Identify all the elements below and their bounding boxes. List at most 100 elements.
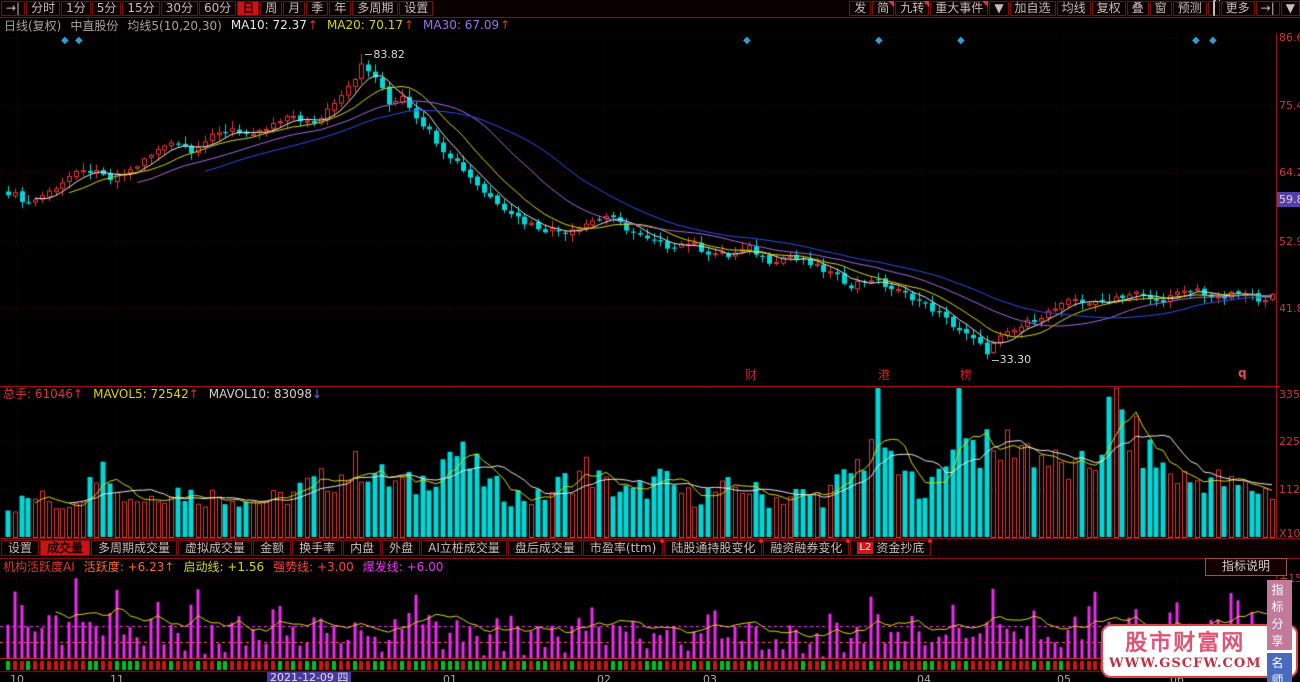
tool-button-10[interactable]: 预测: [1172, 1, 1207, 16]
tool-button-5[interactable]: 加自选: [1009, 1, 1056, 16]
ind-stat-item-2: 启动线: +1.56: [183, 560, 265, 574]
period-skip-start-icon[interactable]: →|: [1, 1, 26, 16]
period-label-4: 15分: [127, 1, 155, 15]
vol-stat-item-0: 总手: 61046↑: [3, 387, 84, 401]
event-diamond-icon-3[interactable]: ◆: [875, 35, 883, 46]
watermark-text-block: 股市财富网 WWW.GSCFW.COM: [1109, 630, 1262, 671]
low-price-label: 33.30: [992, 353, 1032, 366]
tab-label: 换手率: [299, 541, 336, 555]
info-item-5: MA30: 67.09↑: [423, 18, 511, 32]
ind-stat-item-0: 机构活跃度AI: [3, 560, 75, 574]
tab-9[interactable]: 盘后成交量: [507, 540, 582, 556]
event-diamond-icon-0[interactable]: ◆: [61, 35, 69, 46]
candlestick-chart-canvas[interactable]: [0, 33, 1277, 386]
tool-button-0[interactable]: 发: [849, 1, 872, 16]
date-axis-label-7: 05: [1057, 673, 1071, 682]
volume-pane[interactable]: [0, 387, 1277, 538]
tab-label: 资金抄底: [876, 541, 925, 555]
period-button-11[interactable]: 年: [329, 1, 352, 16]
tab-5[interactable]: 换手率: [292, 540, 343, 556]
period-button-10[interactable]: 季: [306, 1, 329, 16]
price-highlight-badge: 59.8: [1277, 192, 1300, 208]
period-label-6: 60分: [203, 1, 232, 15]
info-item-3: MA10: 72.37↑: [230, 18, 318, 32]
tab-11[interactable]: 陆股通持股变化: [664, 539, 764, 556]
tool-button-9[interactable]: 窗: [1149, 1, 1172, 16]
price-axis-label-0: 86.6: [1279, 31, 1300, 44]
tab-8[interactable]: AI立桩成交量: [421, 540, 507, 556]
tool-button-12[interactable]: 更多: [1220, 1, 1255, 16]
indicator-pane[interactable]: [0, 577, 1277, 673]
period-toolbar: →| 分时 1分 5分 15分 30分 60分日周月季年多周期 设置: [0, 0, 434, 17]
price-axis-label-1: 75.4: [1279, 98, 1300, 112]
tab-13[interactable]: L2 资金抄底: [850, 539, 933, 556]
volume-chart-canvas[interactable]: [0, 387, 1277, 538]
indicator-help-button[interactable]: 指标说明: [1205, 558, 1287, 576]
main-chart-pane[interactable]: ◆ ◆ ◆ ◆ ◆ ◆ ◆ 83.82 33.30 财 港 榜 q: [0, 33, 1277, 386]
tool-label-14: ▼: [1285, 1, 1295, 15]
tab-6[interactable]: 内盘: [343, 540, 382, 556]
tab-10[interactable]: 市盈率(ttm): [582, 539, 665, 556]
period-button-2[interactable]: 1分: [61, 1, 91, 16]
tab-label: 金额: [260, 541, 285, 555]
up-arrow-icon: ↑: [403, 18, 415, 32]
tool-button-3[interactable]: 重大事件: [930, 1, 989, 16]
event-diamond-icon-5[interactable]: ◆: [1192, 35, 1200, 46]
period-button-13[interactable]: 设置: [399, 1, 434, 16]
tool-label-2: 九转: [900, 1, 925, 15]
l2-badge: L2: [857, 542, 874, 554]
event-diamond-icon-2[interactable]: ◆: [743, 35, 751, 46]
period-button-4[interactable]: 15分: [122, 1, 160, 16]
event-diamond-icon-4[interactable]: ◆: [957, 35, 965, 46]
tool-lock-icon[interactable]: [1207, 0, 1220, 16]
tool-button-7[interactable]: 复权: [1091, 1, 1126, 16]
tab-7[interactable]: 外盘: [382, 540, 421, 556]
tool-button-8[interactable]: 叠: [1126, 1, 1149, 16]
period-button-7[interactable]: 日: [237, 1, 260, 16]
tool-button-6[interactable]: 均线: [1056, 1, 1091, 16]
tab-label: 陆股通持股变化: [671, 541, 756, 555]
tab-label: 多周期成交量: [98, 541, 171, 555]
stock-trading-app-window: →| 分时 1分 5分 15分 30分 60分日周月季年多周期 设置 发简九转 重大事件 ▼ 加自选…: [0, 0, 1300, 682]
up-arrow-icon: ↑: [500, 18, 511, 32]
tool-button-1[interactable]: 简: [872, 1, 895, 16]
down-arrow-icon: ↓: [312, 386, 323, 401]
info-item-2: 均线5(10,20,30): [127, 18, 222, 33]
period-label-9: 月: [288, 1, 301, 15]
tool-button-4[interactable]: ▼: [989, 1, 1009, 16]
volume-header: 总手: 61046↑ MAVOL5: 72542↑ MAVOL10: 83098↓: [0, 386, 1280, 401]
period-button-3[interactable]: 5分: [91, 1, 122, 16]
indicator-chart-canvas[interactable]: [0, 577, 1277, 673]
tool-skip-end-icon[interactable]: →|: [1255, 1, 1280, 16]
period-button-9[interactable]: 月: [283, 1, 306, 16]
tab-12[interactable]: 融资融券变化: [763, 539, 851, 556]
date-axis-label-4: 02: [597, 673, 611, 682]
date-axis-label-0: 10: [10, 673, 24, 682]
event-diamond-icon-1[interactable]: ◆: [75, 35, 83, 46]
period-button-8[interactable]: 周: [260, 1, 283, 16]
date-highlight-badge: 2021-12-09 四: [267, 672, 352, 682]
period-button-1[interactable]: 分时: [26, 1, 61, 16]
tab-1[interactable]: 成交量: [40, 540, 91, 556]
ind-stat-item-3: 强势线: +3.00: [273, 560, 354, 574]
tool-label-3: 重大事件: [935, 1, 984, 15]
tab-0[interactable]: 设置: [1, 540, 40, 556]
period-button-6[interactable]: 60分: [198, 1, 237, 16]
indicator-tabbar: 设置 成交量 多周期成交量 虚拟成交量 金额 换手率 内盘 外盘 AI立桩成交量 盘后成交量 市盈率…: [0, 538, 1300, 559]
period-button-12[interactable]: 多周期: [352, 1, 399, 16]
period-label-1: 分时: [31, 1, 56, 15]
period-label-7: 日: [242, 1, 255, 15]
tool-button-2[interactable]: 九转: [895, 1, 930, 16]
tab-2[interactable]: 多周期成交量: [91, 540, 178, 556]
period-button-5[interactable]: 30分: [160, 1, 198, 16]
volume-axis-label-0: 335: [1279, 388, 1300, 402]
period-label-12: 多周期: [357, 1, 394, 15]
info-item-4: MA20: 70.17↑: [326, 18, 415, 32]
ind-stat-item-4: 爆发线: +6.00: [362, 560, 444, 574]
tool-button-14[interactable]: ▼: [1280, 1, 1300, 16]
tool-label-10: 预测: [1177, 1, 1202, 15]
tab-3[interactable]: 虚拟成交量: [178, 540, 253, 556]
event-diamond-icon-6[interactable]: ◆: [1209, 35, 1217, 46]
tab-4[interactable]: 金额: [253, 540, 292, 556]
watermark-site-name: 股市财富网: [1125, 630, 1246, 656]
